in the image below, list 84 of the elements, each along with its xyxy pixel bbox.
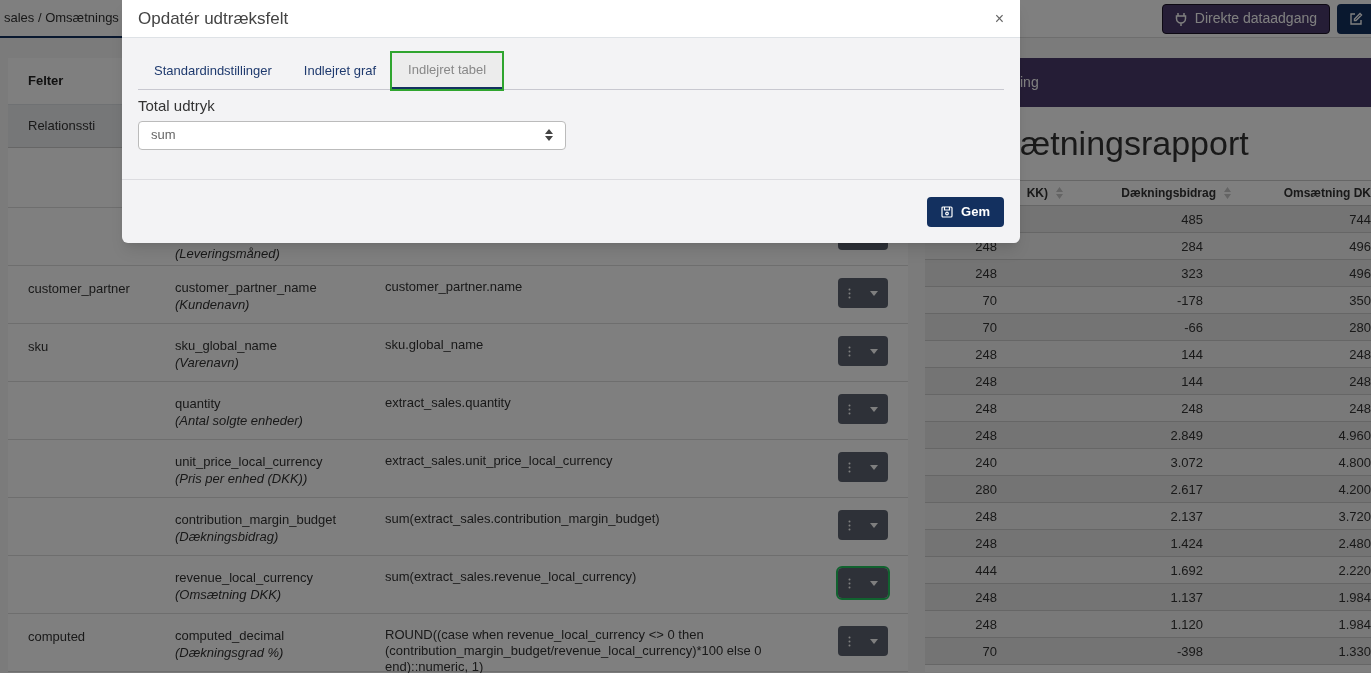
table-cell: 444	[975, 563, 997, 578]
table-cell: 2.849	[1170, 428, 1203, 443]
table-cell: 144	[1181, 374, 1203, 389]
table-cell: 1.692	[1170, 563, 1203, 578]
table-cell: 70	[982, 293, 997, 308]
table-cell: sku.global_name	[385, 337, 484, 352]
table-cell: 248	[975, 590, 997, 605]
table-cell: 3.072	[1170, 455, 1203, 470]
table-cell: 248	[975, 536, 997, 551]
table-cell: 70	[982, 320, 997, 335]
table-cell: 1.984	[1338, 617, 1371, 632]
table-cell: 70	[982, 644, 997, 659]
table-cell: 248	[975, 374, 997, 389]
table-cell: 248	[975, 509, 997, 524]
field-name: sku_global_name	[175, 337, 278, 354]
table-cell: 485	[1181, 212, 1203, 227]
table-cell: 248	[1349, 401, 1371, 416]
field-label: Total udtryk	[138, 96, 216, 116]
table-cell: -66	[1184, 320, 1203, 335]
field-name: customer_partner_name	[175, 279, 318, 296]
report-header-text: ing	[1020, 73, 1039, 92]
column-header: Dækningsbidrag	[1121, 185, 1216, 202]
field-label: (Dækningsbidrag)	[175, 528, 280, 545]
table-cell: 144	[1181, 347, 1203, 362]
column-header: KK)	[1026, 185, 1048, 202]
table-cell: 4.800	[1338, 455, 1371, 470]
field-label: (Kundenavn)	[175, 296, 251, 313]
table-cell: 248	[975, 428, 997, 443]
field-label: (Varenavn)	[175, 354, 240, 371]
table-cell: 4.960	[1338, 428, 1371, 443]
table-cell: 4.200	[1338, 482, 1371, 497]
table-cell: extract_sales.quantity	[385, 395, 511, 410]
column-header: Relationssti	[28, 117, 96, 136]
table-cell: 248	[1349, 374, 1371, 389]
table-cell: 2.137	[1170, 509, 1203, 524]
table-cell: 248	[975, 266, 997, 281]
table-cell: 248	[1349, 347, 1371, 362]
table-cell: 350	[1349, 293, 1371, 308]
table-cell: 1.137	[1170, 590, 1203, 605]
table-cell: sum(extract_sales.contribution_margin_budget)	[385, 511, 660, 526]
column-header: Omsætning DK	[1283, 185, 1371, 202]
field-label: (Dækningsgrad %)	[175, 644, 285, 661]
table-cell: 1.120	[1170, 617, 1203, 632]
table-cell: 1.424	[1170, 536, 1203, 551]
table-cell: 248	[975, 617, 997, 632]
table-cell: 280	[975, 482, 997, 497]
table-cell: 2.220	[1338, 563, 1371, 578]
field-name: quantity	[175, 395, 222, 412]
card-title: Felter	[28, 72, 64, 91]
table-cell: customer_partner	[28, 281, 130, 296]
table-cell: 284	[1181, 239, 1203, 254]
table-cell: 248	[975, 347, 997, 362]
table-cell: 323	[1181, 266, 1203, 281]
table-cell: sum(extract_sales.revenue_local_currency)	[385, 569, 637, 584]
table-cell: 248	[975, 401, 997, 416]
table-cell: -398	[1176, 644, 1203, 659]
field-name: contribution_margin_budget	[175, 511, 338, 528]
field-name: revenue_local_currency	[175, 569, 315, 586]
field-label: (Leveringsmåned)	[175, 245, 281, 262]
dialog-title: Opdatér udtræksfelt	[138, 7, 289, 30]
table-cell: customer_partner.name	[385, 279, 523, 294]
table-cell: 744	[1349, 212, 1371, 227]
report-title: ætningsrapport	[1020, 123, 1249, 164]
field-name: unit_price_local_currency	[175, 453, 324, 470]
field-label: (Pris per enhed (DKK))	[175, 470, 309, 487]
table-cell: computed	[28, 629, 86, 644]
table-cell: ROUND((case when revenue_local_currency <> 0 then (contribution_margin_budget/revenue_local_currency)*100 else 0 end)::numeric, 1)	[385, 627, 762, 673]
field-label: (Antal solgte enheder)	[175, 412, 304, 429]
table-cell: 2.617	[1170, 482, 1203, 497]
table-cell: 496	[1349, 239, 1371, 254]
table-cell: 3.720	[1338, 509, 1371, 524]
table-cell: 2.480	[1338, 536, 1371, 551]
table-cell: 240	[975, 455, 997, 470]
table-cell: -178	[1176, 293, 1203, 308]
breadcrumb: sales / Omsætnings	[4, 8, 119, 27]
table-cell: 1.330	[1338, 644, 1371, 659]
table-cell: 496	[1349, 266, 1371, 281]
table-cell: extract_sales.unit_price_local_currency	[385, 453, 613, 468]
table-cell: 248	[1181, 401, 1203, 416]
table-cell: 1.984	[1338, 590, 1371, 605]
table-cell: 280	[1349, 320, 1371, 335]
field-label: (Omsætning DKK)	[175, 586, 283, 603]
table-cell: sku	[28, 339, 49, 354]
field-name: computed_decimal	[175, 627, 286, 644]
